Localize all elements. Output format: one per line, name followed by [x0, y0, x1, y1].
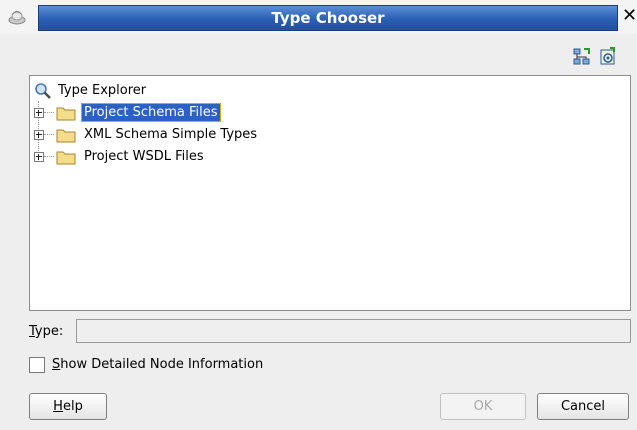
app-icon: [8, 11, 26, 25]
tree-node-label: XML Schema Simple Types: [84, 127, 258, 142]
type-label-text: ype:: [34, 324, 64, 339]
show-detailed-node-info-checkbox[interactable]: [29, 357, 45, 373]
title-bar: Type Chooser ✕: [0, 0, 637, 34]
import-schema-icon[interactable]: [572, 47, 592, 67]
folder-icon: [56, 151, 76, 165]
close-icon[interactable]: ✕: [622, 4, 637, 28]
dialog-title: Type Chooser: [38, 5, 618, 31]
tree-branch: [44, 112, 54, 113]
cancel-button[interactable]: Cancel: [537, 393, 629, 420]
help-button[interactable]: Help: [29, 393, 107, 420]
tree-root-label: Type Explorer: [58, 83, 147, 98]
type-input[interactable]: [76, 319, 631, 343]
tree-node-label: Project WSDL Files: [84, 149, 204, 164]
tree-branch: [44, 156, 54, 157]
magnifier-icon: [35, 83, 51, 99]
import-wsdl-icon[interactable]: [598, 47, 618, 67]
expand-icon[interactable]: [34, 152, 44, 162]
type-label: Type:: [29, 322, 63, 342]
folder-icon: [56, 107, 76, 121]
expand-icon[interactable]: [34, 108, 44, 118]
tree-branch: [44, 134, 54, 135]
tree-node-project-schema-files[interactable]: Project Schema Files: [30, 103, 590, 122]
tree-node-xml-schema-simple-types[interactable]: XML Schema Simple Types: [30, 126, 590, 144]
type-explorer-tree[interactable]: Type Explorer Project Schema Files XML S…: [29, 75, 631, 311]
folder-icon: [56, 129, 76, 143]
checkbox-label-text: how Detailed Node Information: [60, 357, 264, 372]
tree-node-label: Project Schema Files: [81, 103, 221, 122]
expand-icon[interactable]: [34, 130, 44, 140]
help-label-text: elp: [62, 399, 83, 414]
help-mnemonic: H: [53, 399, 63, 414]
show-detailed-node-info-label[interactable]: Show Detailed Node Information: [52, 355, 263, 375]
tree-node-project-wsdl-files[interactable]: Project WSDL Files: [30, 148, 590, 166]
ok-button[interactable]: OK: [440, 393, 526, 420]
